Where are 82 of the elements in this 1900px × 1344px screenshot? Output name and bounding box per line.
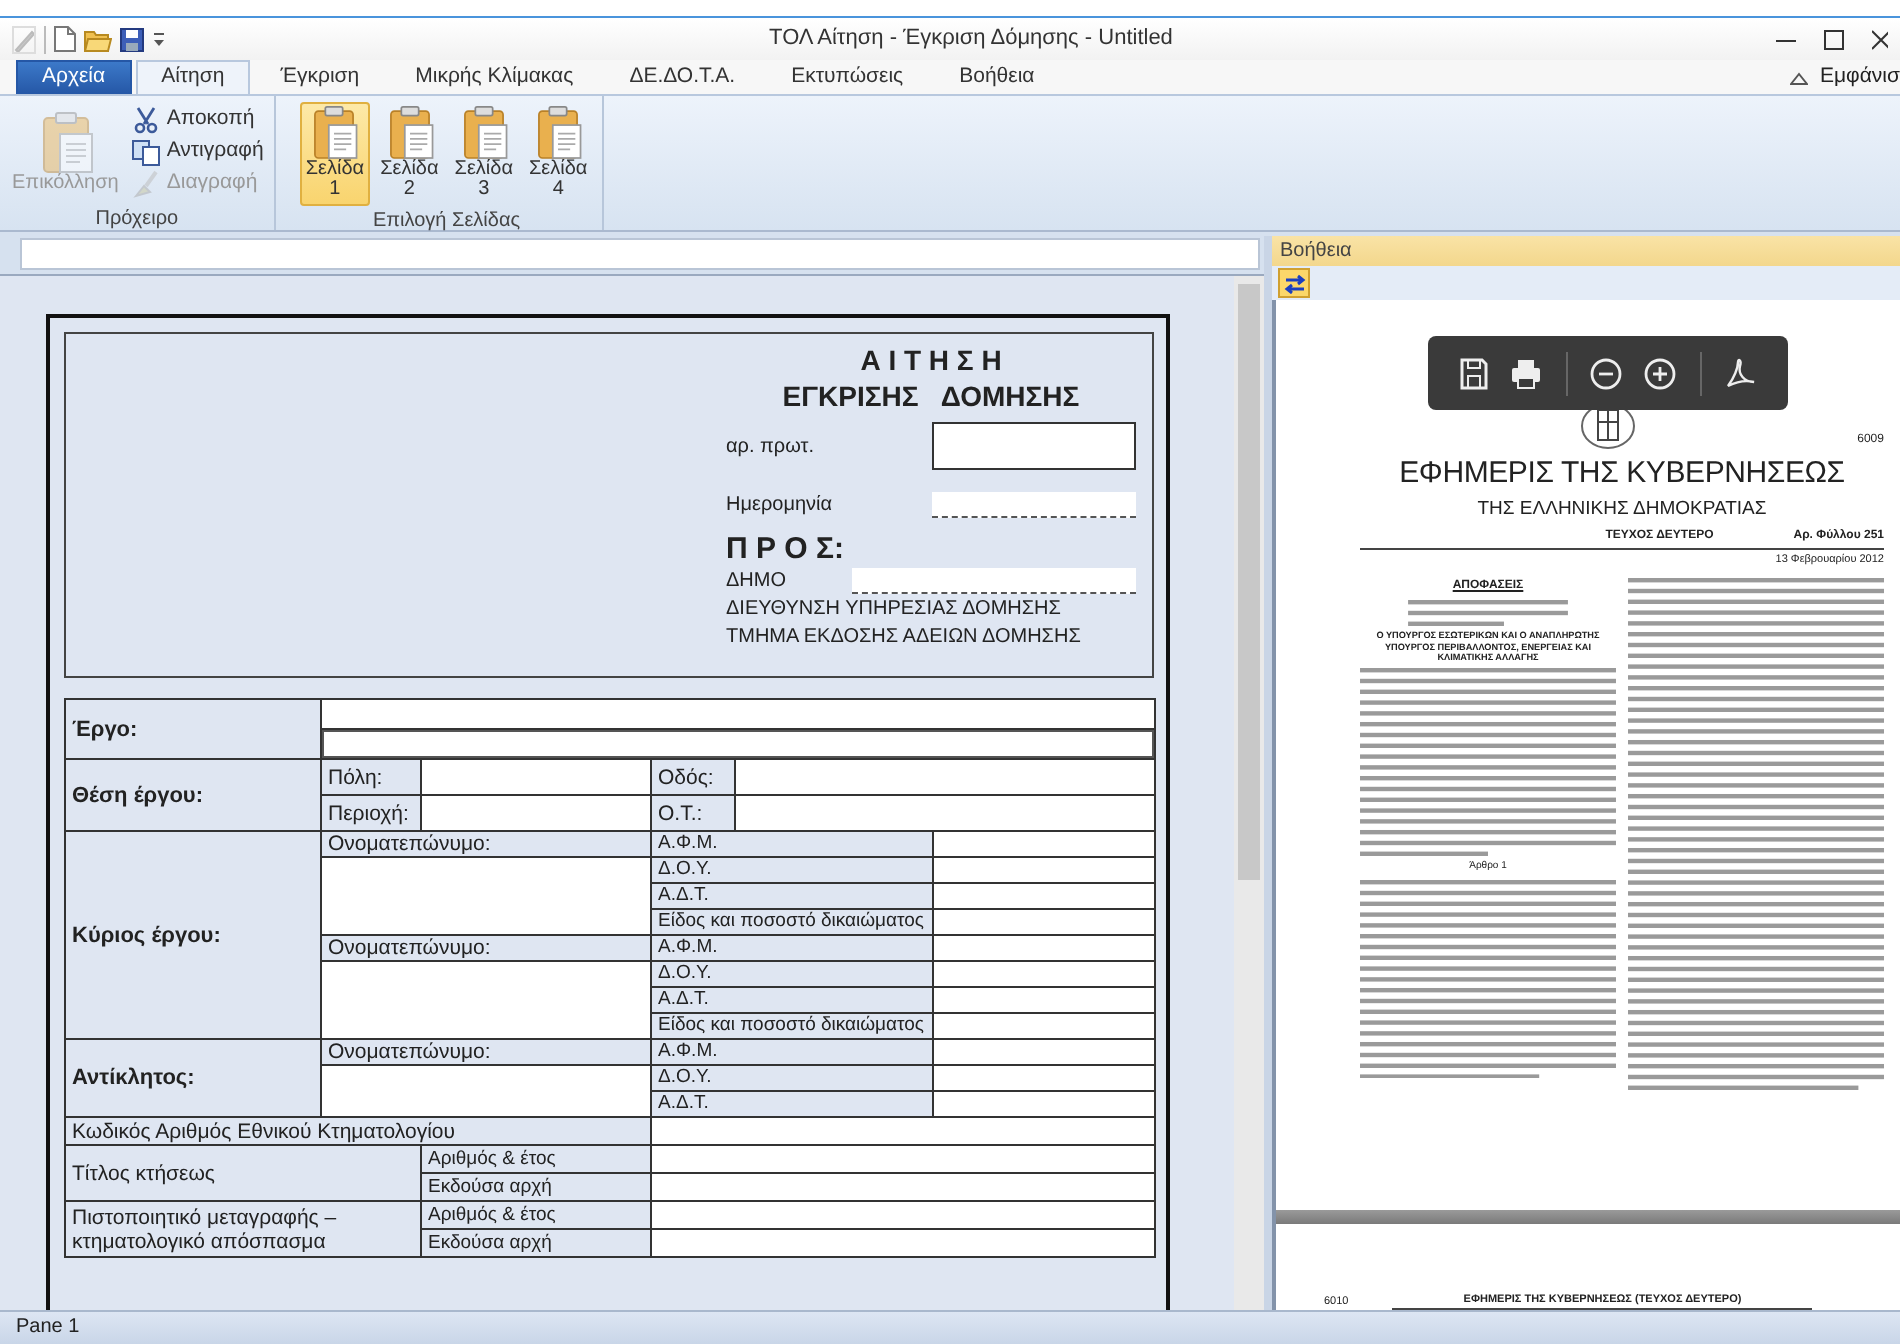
menu-tab[interactable]: Βοήθεια: [933, 60, 1061, 94]
scroll-thumb[interactable]: [1238, 284, 1260, 880]
clipboard-icon: [532, 104, 585, 160]
menu-tab[interactable]: Αίτηση: [135, 60, 251, 94]
field-label: Εκδούσα αρχή: [421, 1173, 651, 1201]
ribbon-button[interactable]: Αποκοπή: [128, 104, 268, 134]
section-label: Έργο:: [65, 699, 321, 759]
masthead: ΕΦΗΜΕΡΙΣ ΤΗΣ ΚΥΒΕΡΝΗΣΕΩΣ: [1397, 456, 1847, 492]
pencil-icon[interactable]: [12, 25, 36, 53]
section-label: Κύριος έργου:: [65, 831, 321, 1039]
input-field[interactable]: [322, 730, 1155, 758]
field-label: Ο.Τ.:: [651, 795, 735, 831]
field-label: Δ.Ο.Υ.: [651, 1065, 933, 1091]
field-label: αρ. πρωτ.: [726, 433, 815, 461]
view-menu[interactable]: Εμφάνισ: [1820, 62, 1900, 94]
form-title: Α Ι Τ Η Σ Η: [858, 342, 1004, 378]
window-title: ΤΟΛ Αίτηση - Έγκριση Δόμησης - Untitled: [767, 24, 1175, 55]
field-label: Αριθμός & έτος: [421, 1145, 651, 1173]
field-label: Ονοματεπώνυμο:: [321, 1039, 651, 1065]
maximize-icon[interactable]: [1824, 29, 1844, 49]
field-label: Α.Φ.Μ.: [651, 831, 933, 857]
new-document-icon[interactable]: [54, 26, 76, 52]
field-label: Πιστοποιητικό μεταγραφής – κτηματολογικό απόσπασμα: [65, 1201, 421, 1257]
print-icon[interactable]: [1510, 357, 1543, 389]
field-label: Κωδικός Αριθμός Εθνικού Κτηματολογίου: [65, 1117, 651, 1145]
swap-button[interactable]: [1278, 268, 1310, 298]
pane-title: Βοήθεια: [1272, 236, 1900, 266]
field-label: Δ.Ο.Υ.: [651, 857, 933, 883]
field-label: Α.Φ.Μ.: [651, 935, 933, 961]
input-field[interactable]: [932, 422, 1136, 470]
field-label: Ημερομηνία: [726, 492, 833, 520]
masthead-subtitle: ΤΗΣ ΕΛΛΗΝΙΚΗΣ ΔΗΜΟΚΡΑΤΙΑΣ: [1475, 496, 1769, 522]
scissors-icon: [132, 105, 161, 133]
collapse-caret-icon[interactable]: [1790, 71, 1808, 86]
field-label: Πόλη:: [321, 759, 421, 795]
input-field[interactable]: [852, 568, 1136, 594]
field-label: Ονοματεπώνυμο:: [321, 831, 651, 857]
field-label: Είδος και ποσοστό δικαιώματος: [651, 909, 933, 935]
field-label: Α.Δ.Τ.: [651, 1091, 933, 1117]
eraser-icon: [132, 169, 161, 197]
field-label: ΔΗΜΟ: [726, 568, 787, 596]
section-label: Αντίκλητος:: [65, 1039, 321, 1117]
page-button[interactable]: Σελίδα 2: [374, 102, 445, 206]
field-label: Τίτλος κτήσεως: [65, 1145, 421, 1201]
address-line: ΔΙΕΥΘΥΝΣΗ ΥΠΗΡΕΣΙΑΣ ΔΟΜΗΣΗΣ: [726, 596, 1063, 624]
group-label: Επιλογή Σελίδας: [370, 208, 523, 232]
zoom-in-icon[interactable]: [1644, 357, 1677, 389]
clipboard-icon: [308, 104, 361, 160]
page-button[interactable]: Σελίδα 4: [523, 102, 594, 206]
field-label: Α.Δ.Τ.: [651, 987, 933, 1013]
field-label: Εκδούσα αρχή: [421, 1229, 651, 1257]
field-label: Ονοματεπώνυμο:: [321, 935, 651, 961]
input-field[interactable]: [932, 492, 1136, 518]
form-title: ΕΓΚΡΙΣΗΣ ΔΟΜΗΣΗΣ: [780, 378, 1082, 414]
menu-tab[interactable]: ΔΕ.ΔΟ.Τ.Α.: [603, 60, 762, 94]
swap-arrows-icon: [1283, 273, 1305, 293]
file-tab[interactable]: Αρχεία: [16, 60, 132, 94]
field-label: Δ.Ο.Υ.: [651, 961, 933, 987]
save-icon[interactable]: [120, 27, 144, 51]
page-button[interactable]: Σελίδα 3: [448, 102, 519, 206]
status-text: Pane 1: [16, 1316, 80, 1338]
field-label: Περιοχή:: [321, 795, 421, 831]
menu-tab[interactable]: Μικρής Κλίμακας: [389, 60, 600, 94]
group-label: Πρόχειρο: [93, 206, 181, 230]
addressee-heading: Π Ρ Ο Σ:: [726, 532, 847, 566]
zoom-out-icon[interactable]: [1589, 357, 1622, 389]
pdf-icon[interactable]: [1724, 357, 1757, 389]
address-line: ΤΜΗΜΑ ΕΚΔΟΣΗΣ ΑΔΕΙΩΝ ΔΟΜΗΣΗΣ: [726, 624, 1083, 652]
page-button[interactable]: Σελίδα 1: [299, 102, 371, 206]
field-label: Είδος και ποσοστό δικαιώματος: [651, 1013, 933, 1039]
section-label: Θέση έργου:: [65, 759, 321, 831]
field-label: Α.Φ.Μ.: [651, 1039, 933, 1065]
menu-tab[interactable]: Έγκριση: [254, 60, 386, 94]
menu-tab[interactable]: Εκτυπώσεις: [765, 60, 930, 94]
field-label: Αριθμός & έτος: [421, 1201, 651, 1229]
field-label: Οδός:: [651, 759, 735, 795]
ribbon-button[interactable]: Αντιγραφή: [128, 136, 268, 166]
vertical-scrollbar[interactable]: [1234, 276, 1264, 1310]
dropdown-caret-icon[interactable]: [152, 31, 166, 47]
copy-icon: [132, 137, 161, 165]
close-icon[interactable]: [1872, 29, 1888, 49]
field-label: Α.Δ.Τ.: [651, 883, 933, 909]
